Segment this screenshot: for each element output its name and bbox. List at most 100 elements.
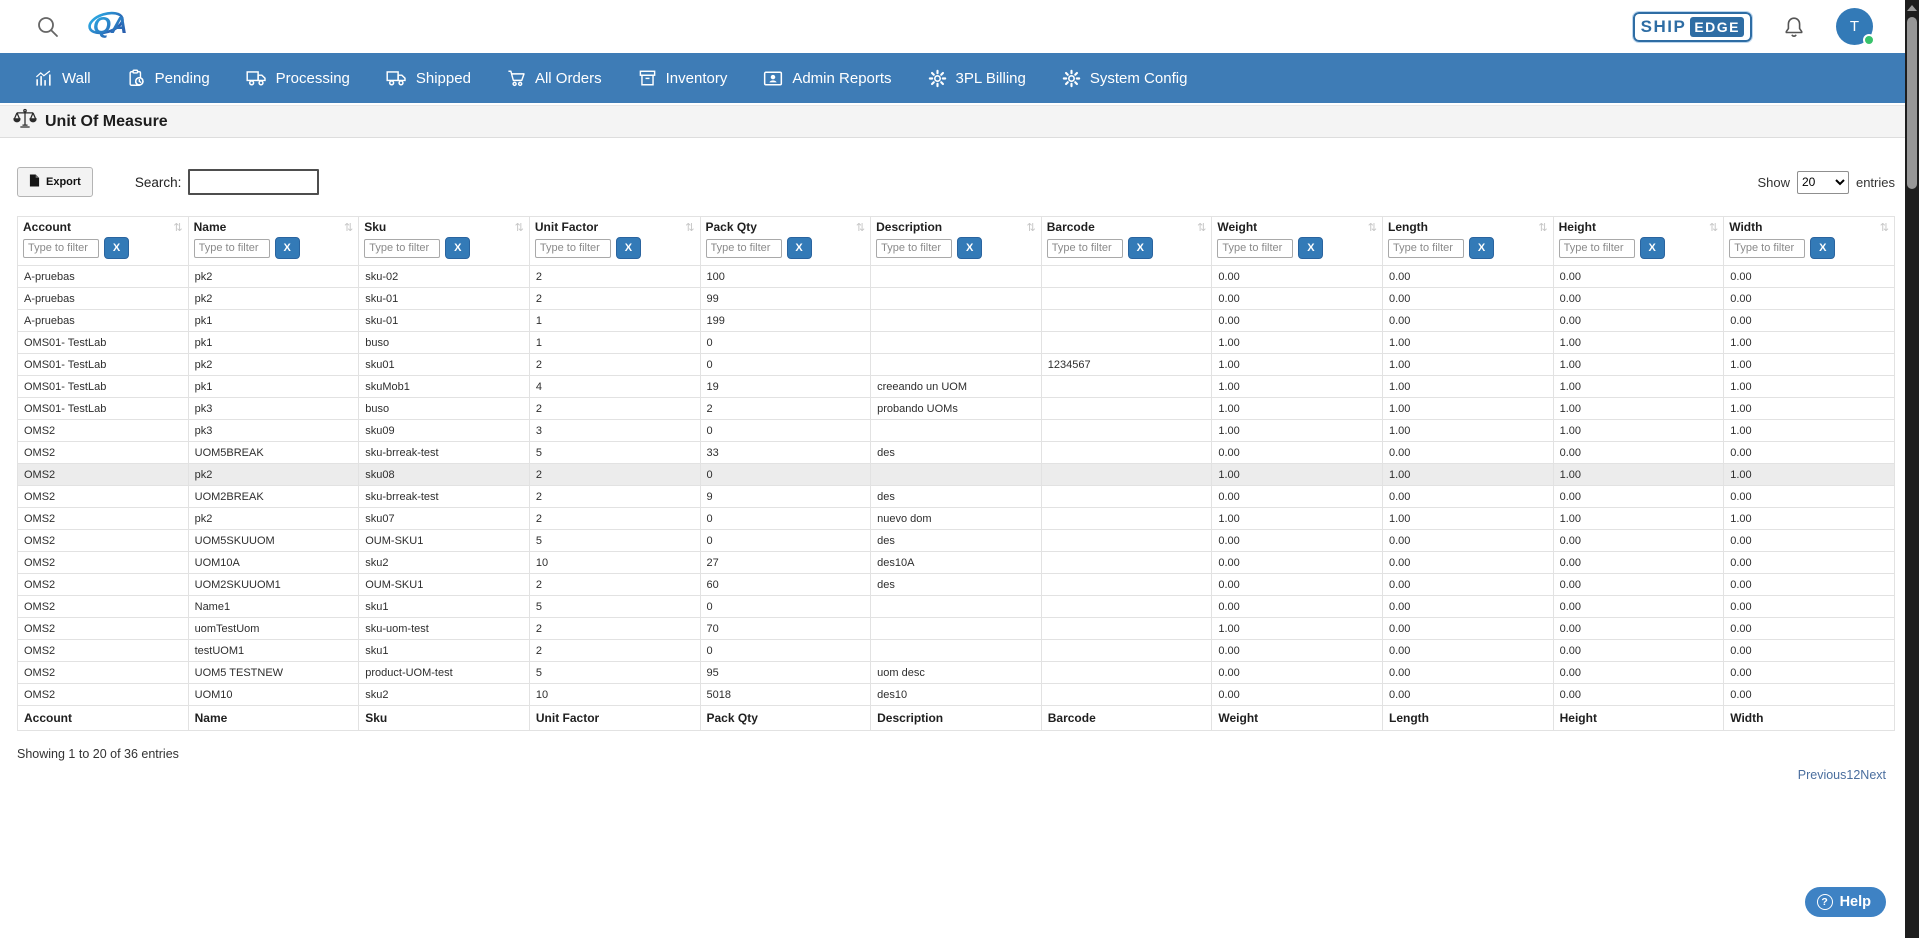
table-row[interactable]: A-pruebas pk2 sku-02 2 100 0.00 0.00 0.00 0.00 [17, 265, 1895, 288]
table-cell: 19 [699, 375, 872, 398]
filter-input-description[interactable] [876, 238, 953, 258]
filter-input-weight[interactable] [1217, 238, 1294, 258]
table-row[interactable]: OMS01- TestLab pk2 sku01 2 0 1234567 1.00 1.00 1… [17, 353, 1895, 376]
column-header-length[interactable]: Length ⇅ X [1382, 216, 1554, 266]
filter-clear-button-height[interactable]: X [1639, 237, 1665, 259]
qa-logo[interactable]: QA [84, 5, 132, 48]
filter-input-name[interactable] [193, 238, 270, 258]
table-row[interactable]: OMS2 UOM5SKUUOM OUM-SKU1 5 0 des 0.00 0.00 0.00 0… [17, 529, 1895, 552]
filter-clear-button-barcode[interactable]: X [1127, 237, 1153, 259]
nav-item-system-config[interactable]: System Config [1062, 69, 1187, 88]
nav-item-wall[interactable]: Wall [34, 69, 91, 88]
filter-clear-button-description[interactable]: X [957, 237, 983, 259]
table-cell: 2 [528, 265, 701, 288]
shipedge-logo[interactable]: SHIP EDGE [1631, 10, 1754, 43]
filter-input-height[interactable] [1558, 238, 1635, 258]
table-cell: 0.00 [1723, 573, 1895, 596]
table-row[interactable]: OMS2 UOM2SKUUOM1 OUM-SKU1 2 60 des 0.00 0.00 0.0… [17, 573, 1895, 596]
table-cell: 1.00 [1382, 375, 1554, 398]
table-cell: 1.00 [1211, 353, 1383, 376]
pagination-next[interactable]: Next [1860, 768, 1886, 782]
scrollbar-thumb[interactable] [1907, 17, 1917, 189]
filter-input-sku[interactable] [364, 238, 441, 258]
table-cell: nuevo dom [870, 507, 1042, 530]
filter-clear-button-weight[interactable]: X [1298, 237, 1324, 259]
nav-item-pending[interactable]: Pending [127, 69, 210, 88]
table-row[interactable]: OMS2 pk3 sku09 3 0 1.00 1.00 1.00 1.00 [17, 419, 1895, 442]
table-cell: 0.00 [1382, 617, 1554, 640]
main-content: Export Search: Show 20 entries Account⇅X… [0, 167, 1919, 782]
table-row[interactable]: OMS2 UOM5BREAK sku-brreak-test 5 33 des 0.00 0.… [17, 441, 1895, 464]
table-row[interactable]: OMS01- TestLab pk1 skuMob1 4 19 creeando un U… [17, 375, 1895, 398]
table-cell [1040, 529, 1213, 552]
filter-clear-button-length[interactable]: X [1469, 237, 1494, 259]
table-cell: 0 [699, 639, 872, 662]
table-row[interactable]: OMS2 Name1 sku1 5 0 0.00 0.00 0.00 0.00 [17, 595, 1895, 618]
table-cell: creeando un UOM [870, 375, 1042, 398]
nav-item-admin-reports[interactable]: Admin Reports [763, 70, 892, 87]
column-header-sku[interactable]: Sku ⇅ X [358, 216, 530, 266]
table-row[interactable]: A-pruebas pk1 sku-01 1 199 0.00 0.00 0.00 0.00 [17, 309, 1895, 332]
column-header-description[interactable]: Description ⇅ X [870, 216, 1042, 266]
table-cell: pk1 [187, 309, 360, 332]
filter-input-unit-factor[interactable] [534, 238, 611, 258]
table-cell [870, 287, 1042, 310]
table-cell: OMS2 [17, 485, 189, 508]
table-row[interactable]: A-pruebas pk2 sku-01 2 99 0.00 0.00 0.00 0.00 [17, 287, 1895, 310]
table-cell: sku07 [358, 507, 530, 530]
export-button[interactable]: Export [17, 167, 93, 197]
table-row[interactable]: OMS2 UOM10 sku2 10 5018 des10 0.00 0.00 0.00 0.00 [17, 683, 1895, 706]
filter-input-account[interactable] [23, 238, 99, 258]
table-row[interactable]: OMS01- TestLab pk3 buso 2 2 probando UOMs 1.00… [17, 397, 1895, 420]
column-header-height[interactable]: Height ⇅ X [1552, 216, 1725, 266]
vertical-scrollbar[interactable] [1905, 0, 1919, 938]
column-header-account[interactable]: Account ⇅ X [17, 216, 189, 266]
table-cell: skuMob1 [358, 375, 530, 398]
table-row[interactable]: OMS2 testUOM1 sku1 2 0 0.00 0.00 0.00 0.00 [17, 639, 1895, 662]
table-cell: 0.00 [1552, 441, 1725, 464]
page-size-select[interactable]: 20 [1796, 170, 1849, 194]
table-row[interactable]: OMS2 uomTestUom sku-uom-test 2 70 1.00 0.00 0.0… [17, 617, 1895, 640]
filter-clear-button-account[interactable]: X [104, 237, 129, 259]
nav-item-all-orders[interactable]: All Orders [507, 69, 602, 87]
table-cell: 0.00 [1211, 683, 1383, 706]
table-row[interactable]: OMS2 UOM10A sku2 10 27 des10A 0.00 0.00 0.00 0.00 [17, 551, 1895, 574]
scrollbar-up-arrow[interactable] [1907, 5, 1917, 11]
filter-clear-button-pack-qty[interactable]: X [786, 237, 812, 259]
nav-item-processing[interactable]: Processing [246, 69, 350, 87]
table-cell: probando UOMs [870, 397, 1042, 420]
column-header-weight[interactable]: Weight ⇅ X [1211, 216, 1383, 266]
filter-clear-button-name[interactable]: X [274, 237, 300, 259]
filter-clear-button-width[interactable]: X [1810, 237, 1836, 259]
search-label: Search: [134, 174, 182, 190]
column-header-width[interactable]: Width ⇅ X [1723, 216, 1895, 266]
user-avatar[interactable]: T [1836, 8, 1875, 46]
table-row[interactable]: OMS01- TestLab pk1 buso 1 0 1.00 1.00 1.00 1.00 [17, 331, 1895, 354]
help-button[interactable]: ? Help [1804, 887, 1886, 917]
column-header-name[interactable]: Name ⇅ X [187, 216, 360, 266]
column-header-barcode[interactable]: Barcode ⇅ X [1040, 216, 1213, 266]
notifications-bell-icon[interactable] [1782, 14, 1806, 40]
filter-input-length[interactable] [1388, 238, 1464, 258]
nav-item-3pl-billing[interactable]: 3PL Billing [928, 69, 1026, 88]
search-icon[interactable] [36, 15, 60, 39]
column-header-unit-factor[interactable]: Unit Factor ⇅ X [528, 216, 701, 266]
table-row[interactable]: OMS2 pk2 sku07 2 0 nuevo dom 1.00 1.00 1.00 1.00 [17, 507, 1895, 530]
column-header-pack-qty[interactable]: Pack Qty ⇅ X [699, 216, 872, 266]
pagination-previous[interactable]: Previous [1798, 768, 1847, 782]
search-input[interactable] [188, 169, 320, 195]
filter-clear-button-unit-factor[interactable]: X [615, 237, 641, 259]
nav-item-shipped[interactable]: Shipped [386, 69, 471, 87]
table-cell: 0.00 [1382, 573, 1554, 596]
nav-item-inventory[interactable]: Inventory [638, 69, 727, 87]
table-row[interactable]: OMS2 UOM2BREAK sku-brreak-test 2 9 des 0.00 0.0… [17, 485, 1895, 508]
filter-clear-button-sku[interactable]: X [445, 237, 471, 259]
table-cell: 5018 [699, 683, 872, 706]
filter-input-width[interactable] [1729, 238, 1806, 258]
filter-input-pack-qty[interactable] [705, 238, 782, 258]
table-row[interactable]: OMS2 pk2 sku08 2 0 1.00 1.00 1.00 1.00 [17, 463, 1895, 486]
table-row[interactable]: OMS2 UOM5 TESTNEW product-UOM-test 5 95 uom d… [17, 661, 1895, 684]
table-cell: 3 [528, 419, 701, 442]
filter-input-barcode[interactable] [1046, 238, 1123, 258]
table-cell: 0 [699, 507, 872, 530]
